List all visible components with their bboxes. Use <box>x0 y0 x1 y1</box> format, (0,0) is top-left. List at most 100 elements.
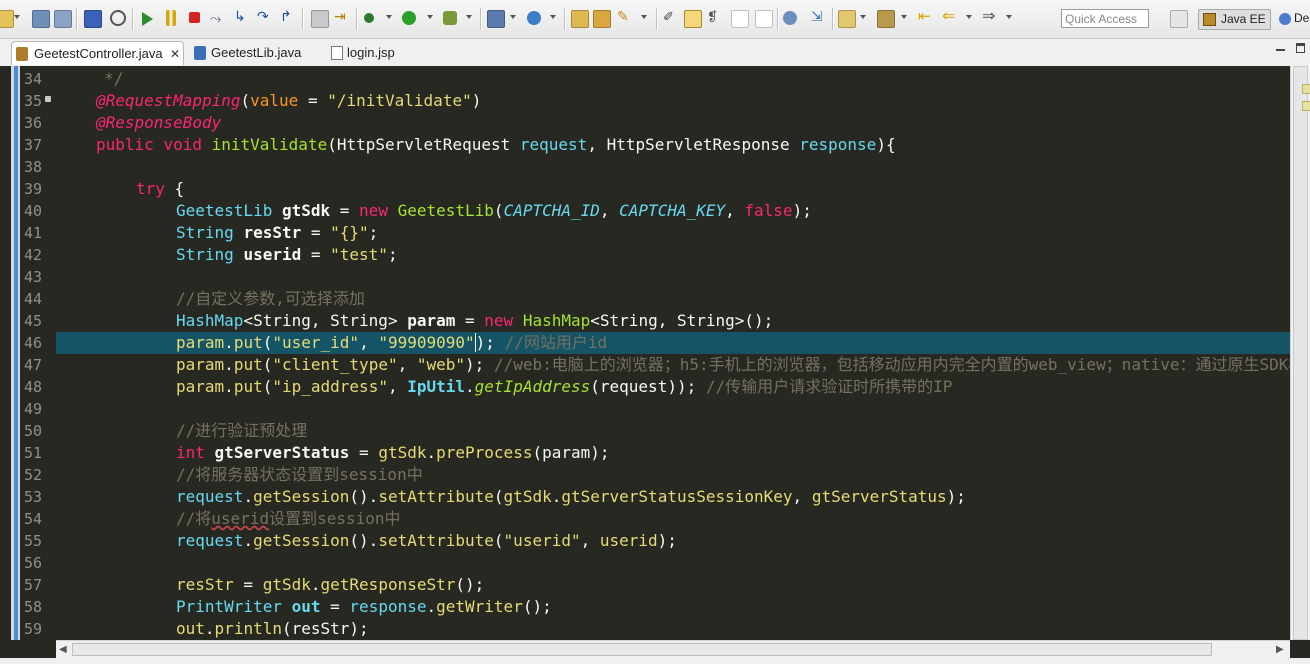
overview-marker[interactable] <box>1302 101 1310 111</box>
next-annotation-icon[interactable]: ⇲ <box>811 8 827 24</box>
method-name: initValidate <box>211 135 328 154</box>
punct: = <box>330 201 360 220</box>
forward-icon[interactable]: ⇒ <box>982 6 998 25</box>
debug-icon[interactable] <box>364 13 374 23</box>
toolbar-separator <box>132 8 134 30</box>
scroll-left-icon[interactable]: ◀ <box>59 644 67 655</box>
code-line-42: String userid = "test"; <box>176 244 398 266</box>
search-dropdown-icon[interactable] <box>641 15 647 19</box>
maximize-icon[interactable] <box>1296 43 1305 53</box>
java-file-icon <box>16 47 28 61</box>
new-server-dropdown-icon[interactable] <box>510 15 516 19</box>
new-java-class-icon[interactable] <box>527 11 541 25</box>
open-perspective-icon[interactable] <box>1170 10 1188 28</box>
prev-annotation-icon[interactable] <box>838 10 856 28</box>
toggle-word-wrap-icon[interactable] <box>684 10 702 28</box>
punct: < <box>590 311 600 330</box>
line-number: 58 <box>24 598 43 616</box>
search-icon[interactable]: ✎ <box>617 8 633 24</box>
comment: //将 <box>176 509 212 528</box>
scroll-right-icon[interactable]: ▶ <box>1276 644 1284 655</box>
perspective-java-ee[interactable]: Java EE <box>1198 9 1271 30</box>
resume-icon[interactable] <box>142 12 153 26</box>
java-ee-icon <box>1203 13 1216 26</box>
toggle-mark-occurrences-icon[interactable]: ✐ <box>663 9 679 25</box>
save-icon[interactable] <box>32 10 50 28</box>
new-dropdown-icon[interactable] <box>14 15 20 19</box>
type: String <box>176 223 234 242</box>
open-type-icon[interactable] <box>571 10 589 28</box>
step-over-icon[interactable]: ↷ <box>257 8 273 24</box>
debug-dropdown-icon[interactable] <box>386 15 392 19</box>
new-java-class-dropdown-icon[interactable] <box>550 15 556 19</box>
punct: . <box>243 531 254 550</box>
punct: . <box>224 377 234 396</box>
forward-dropdown-icon[interactable] <box>1006 15 1012 19</box>
overview-marker[interactable] <box>1302 84 1310 94</box>
comment: //进行验证预处理 <box>176 421 308 440</box>
last-edit-location-icon[interactable] <box>877 10 895 28</box>
code-line-35: @RequestMapping(value = "/initValidate") <box>96 90 481 112</box>
use-step-filters-icon[interactable]: ⇥ <box>334 8 350 24</box>
back-dropdown-icon[interactable] <box>966 15 972 19</box>
method-call: setAttribute <box>378 487 494 506</box>
comment: */ <box>56 69 124 88</box>
keyword: try <box>136 179 165 198</box>
tab-geetest-lib[interactable]: GeetestLib.java <box>190 41 320 65</box>
close-icon[interactable]: ✕ <box>170 42 180 66</box>
code-line-39: try { <box>136 178 184 200</box>
punct <box>234 245 244 264</box>
java-file-icon <box>194 46 206 60</box>
perspective-debug[interactable]: De <box>1278 9 1310 30</box>
pin-editor-icon[interactable]: ⇤ <box>918 7 934 25</box>
comment: //自定义参数,可选择添加 <box>176 289 365 308</box>
punct: ); <box>465 355 494 374</box>
horizontal-scrollbar[interactable]: ◀ ▶ <box>56 640 1290 658</box>
save-all-icon[interactable] <box>54 10 72 28</box>
coverage-dropdown-icon[interactable] <box>466 15 472 19</box>
tab-geetest-controller[interactable]: GeetestController.java ✕ <box>11 41 184 65</box>
web-browser-icon[interactable] <box>783 11 797 25</box>
vertical-scrollbar[interactable] <box>1290 66 1310 640</box>
prev-annotation-dropdown-icon[interactable] <box>860 15 866 19</box>
step-into-icon[interactable]: ↳ <box>234 8 250 24</box>
coverage-icon[interactable] <box>443 11 457 25</box>
terminate-icon[interactable] <box>189 12 200 23</box>
punct: . <box>224 333 234 352</box>
code-editor[interactable]: 34 35 36 37 38 39 40 41 42 43 44 45 46 4… <box>0 66 1310 664</box>
identifier: gtServerStatus <box>811 487 947 506</box>
code-line-53: request.getSession().setAttribute(gtSdk.… <box>176 486 966 508</box>
show-whitespace-icon[interactable]: ❡ <box>707 9 723 25</box>
horizontal-scroll-thumb[interactable] <box>72 643 1212 656</box>
disconnect-icon[interactable]: ⤳ <box>210 10 226 26</box>
step-return-icon[interactable]: ↱ <box>280 8 296 24</box>
run-dropdown-icon[interactable] <box>427 15 433 19</box>
punct: > <box>387 311 408 330</box>
minimize-icon[interactable] <box>1276 49 1285 51</box>
new-icon[interactable] <box>0 10 14 28</box>
vertical-scroll-thumb[interactable] <box>1293 66 1308 640</box>
code-line-45: HashMap<String, String> param = new Hash… <box>176 310 773 332</box>
string: "99909090" <box>378 333 476 352</box>
show-source-icon[interactable] <box>755 10 773 28</box>
suspend-icon[interactable] <box>166 10 176 26</box>
tab-login-jsp[interactable]: login.jsp <box>327 41 417 65</box>
new-server-icon[interactable] <box>487 10 505 28</box>
comment: //web:电脑上的浏览器；h5:手机上的浏览器，包括移动应用内完全内置的web… <box>493 355 1305 374</box>
toggle-breakpoint-icon[interactable] <box>84 10 102 28</box>
toolbar-separator <box>302 8 304 30</box>
identifier: value <box>250 91 299 110</box>
last-edit-dropdown-icon[interactable] <box>901 15 907 19</box>
type: String <box>330 311 388 330</box>
drop-to-frame-icon[interactable] <box>311 10 329 28</box>
fold-toggle-icon[interactable] <box>45 96 51 102</box>
run-icon[interactable] <box>402 11 416 25</box>
code-line-40: GeetestLib gtSdk = new GeetestLib(CAPTCH… <box>176 200 812 222</box>
editor-bottom-border <box>0 658 1310 664</box>
block-selection-icon[interactable] <box>731 10 749 28</box>
skip-breakpoints-icon[interactable] <box>110 10 126 26</box>
keyword: new <box>484 311 514 330</box>
open-resource-icon[interactable] <box>593 10 611 28</box>
quick-access-input[interactable]: Quick Access <box>1061 9 1149 28</box>
back-icon[interactable]: ⇐ <box>942 6 958 25</box>
